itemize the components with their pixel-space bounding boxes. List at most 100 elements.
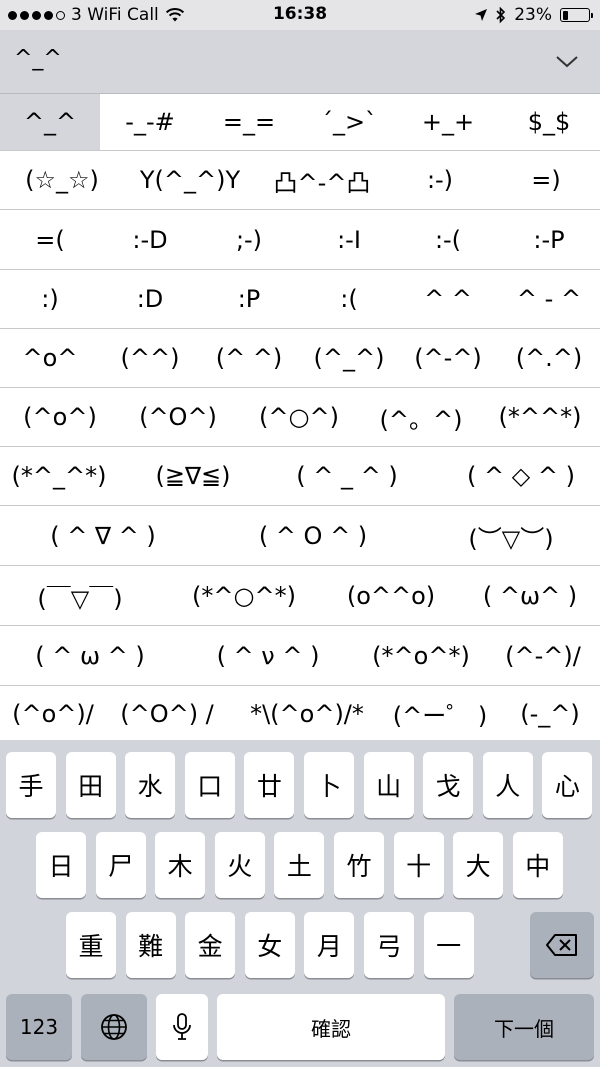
chevron-down-icon[interactable] [554, 50, 580, 72]
key-label: 尸 [108, 852, 134, 881]
candidate-item[interactable]: *\(^o^)/* [228, 687, 386, 740]
numbers-key[interactable]: 123 [6, 994, 72, 1060]
key-label: 中 [525, 852, 551, 881]
candidate-item[interactable]: (^o^) [0, 388, 120, 446]
candidate-item[interactable]: ^ ^ [398, 270, 498, 328]
candidate-item[interactable]: (-_^) [500, 687, 600, 740]
key[interactable]: 尸 [95, 832, 146, 898]
key[interactable]: 重 [66, 912, 116, 978]
key[interactable]: 中 [512, 832, 563, 898]
key[interactable]: 弓 [364, 912, 414, 978]
candidate-item[interactable]: (^.^) [499, 329, 599, 387]
candidate-item[interactable]: (^ ^) [199, 329, 299, 387]
key-label: 田 [78, 772, 104, 801]
candidate-item[interactable]: (^O^) / [106, 687, 228, 740]
candidate-item[interactable]: +_+ [398, 94, 498, 150]
candidate-item[interactable]: ;-) [199, 211, 299, 269]
candidate-item[interactable]: :D [100, 270, 200, 328]
candidate-item[interactable]: :P [199, 270, 299, 328]
candidate-item[interactable]: :-) [385, 151, 495, 209]
key[interactable]: 心 [542, 752, 593, 818]
key[interactable]: 月 [304, 912, 355, 978]
key[interactable]: 火 [214, 832, 265, 898]
candidate-item[interactable]: ( ^ ◇ ^ ) [426, 447, 600, 505]
key[interactable]: 木 [155, 832, 206, 898]
confirm-key[interactable]: 確認 [217, 994, 445, 1060]
key-label: 竹 [346, 852, 372, 881]
candidate-row: :):D:P:(^ ^ ^ - ^ [0, 270, 600, 329]
key[interactable]: 日 [36, 832, 86, 898]
candidate-item[interactable]: (*^_^*) [0, 447, 118, 505]
key[interactable]: 手 [6, 752, 56, 818]
candidate-item[interactable]: (^○^) [238, 388, 360, 446]
candidate-item[interactable]: (^o^)/ [0, 687, 106, 740]
key[interactable]: 山 [363, 752, 414, 818]
key[interactable]: 竹 [334, 832, 384, 898]
candidate-row: ^o^ (^^) (^ ^) (^_^) (^-^) (^.^) [0, 329, 600, 388]
cangjie-keyboard: 手 田 水 口 廿 卜 山 戈 人 心日 尸 木 火 土 竹 十 大 中重 難 金 女 月 弓 一 123 確認 下一個 [0, 740, 600, 1067]
candidate-item[interactable]: (︶▽︶) [422, 507, 600, 565]
key[interactable]: 大 [453, 832, 504, 898]
preedit-text: ^_^ [14, 46, 62, 71]
backspace-icon [546, 934, 577, 956]
candidate-item[interactable]: $_$ [499, 94, 599, 150]
key[interactable]: 人 [482, 752, 533, 818]
candidate-item[interactable]: ^ - ^ [499, 270, 599, 328]
candidate-item[interactable]: ^o^ [0, 329, 100, 387]
candidate-item[interactable]: (^-^) [398, 329, 498, 387]
candidate-item[interactable]: :-D [100, 211, 200, 269]
key[interactable]: 田 [65, 752, 116, 818]
key-label: 大 [465, 852, 491, 881]
key[interactable]: 金 [185, 912, 236, 978]
candidate-item[interactable]: (^。^) [360, 388, 482, 446]
candidate-item[interactable]: (☆_☆) [0, 151, 124, 209]
key[interactable]: 戈 [423, 752, 474, 818]
candidate-item[interactable]: (^O^) [119, 388, 237, 446]
globe-key[interactable] [81, 994, 147, 1060]
candidate-item[interactable]: (￣▽￣) [0, 567, 160, 625]
candidate-item[interactable]: 凸^-^凸 [255, 151, 389, 209]
key-label: 卜 [316, 772, 342, 801]
candidate-item[interactable]: :-I [299, 211, 399, 269]
candidate-item[interactable]: :-P [499, 211, 599, 269]
backspace-key[interactable] [530, 912, 594, 978]
candidate-item[interactable]: ´_>` [299, 94, 399, 150]
candidate-selected[interactable]: ^_^ [0, 94, 100, 150]
key[interactable]: 土 [274, 832, 325, 898]
key[interactable]: 十 [393, 832, 444, 898]
candidate-item[interactable]: =( [0, 211, 100, 269]
key[interactable]: 一 [423, 912, 474, 978]
candidate-item[interactable]: ( ^ _ ^ ) [267, 447, 427, 505]
candidate-row: (^o^)/(^O^) / *\(^o^)/* (^ー゜ ) (-_^) [0, 687, 600, 740]
candidate-item[interactable]: (*^^*) [481, 388, 599, 446]
candidate-item[interactable]: :( [299, 270, 399, 328]
candidate-item[interactable]: (≧∇≦) [118, 447, 268, 505]
microphone-key[interactable] [156, 994, 208, 1060]
candidate-item[interactable]: =_= [199, 94, 299, 150]
candidate-item[interactable]: (^ー゜ ) [386, 687, 494, 740]
key[interactable]: 口 [184, 752, 235, 818]
key[interactable]: 廿 [244, 752, 295, 818]
candidate-item[interactable]: :) [0, 270, 100, 328]
candidate-item[interactable]: ( ^ O ^ ) [206, 507, 420, 565]
candidate-item[interactable]: -_-# [100, 94, 200, 150]
key[interactable]: 難 [125, 912, 176, 978]
candidate-item[interactable]: (^-^)/ [486, 627, 600, 685]
candidate-item[interactable]: (*^○^*) [160, 567, 328, 625]
candidate-item[interactable]: (^_^) [299, 329, 399, 387]
candidate-item[interactable]: ( ^ω^ ) [454, 567, 600, 625]
candidate-item[interactable]: (*^o^*) [356, 627, 486, 685]
candidate-item[interactable]: ( ^ ∇ ^ ) [0, 507, 206, 565]
candidate-item[interactable]: ( ^ ω ^ ) [0, 627, 180, 685]
key[interactable]: 卜 [304, 752, 354, 818]
candidate-item[interactable]: :-( [398, 211, 498, 269]
next-candidate-key[interactable]: 下一個 [454, 994, 594, 1060]
candidate-item[interactable]: ( ^ ν ^ ) [180, 627, 356, 685]
key[interactable]: 女 [244, 912, 295, 978]
candidate-item[interactable]: (o^^o) [328, 567, 454, 625]
candidate-item[interactable]: Y(^_^)Y [125, 151, 255, 209]
candidate-item[interactable]: =) [496, 151, 596, 209]
key[interactable]: 水 [125, 752, 176, 818]
candidate-item[interactable]: (^^) [100, 329, 200, 387]
candidate-row: (￣▽￣) (*^○^*) (o^^o)( ^ω^ ) [0, 567, 600, 626]
